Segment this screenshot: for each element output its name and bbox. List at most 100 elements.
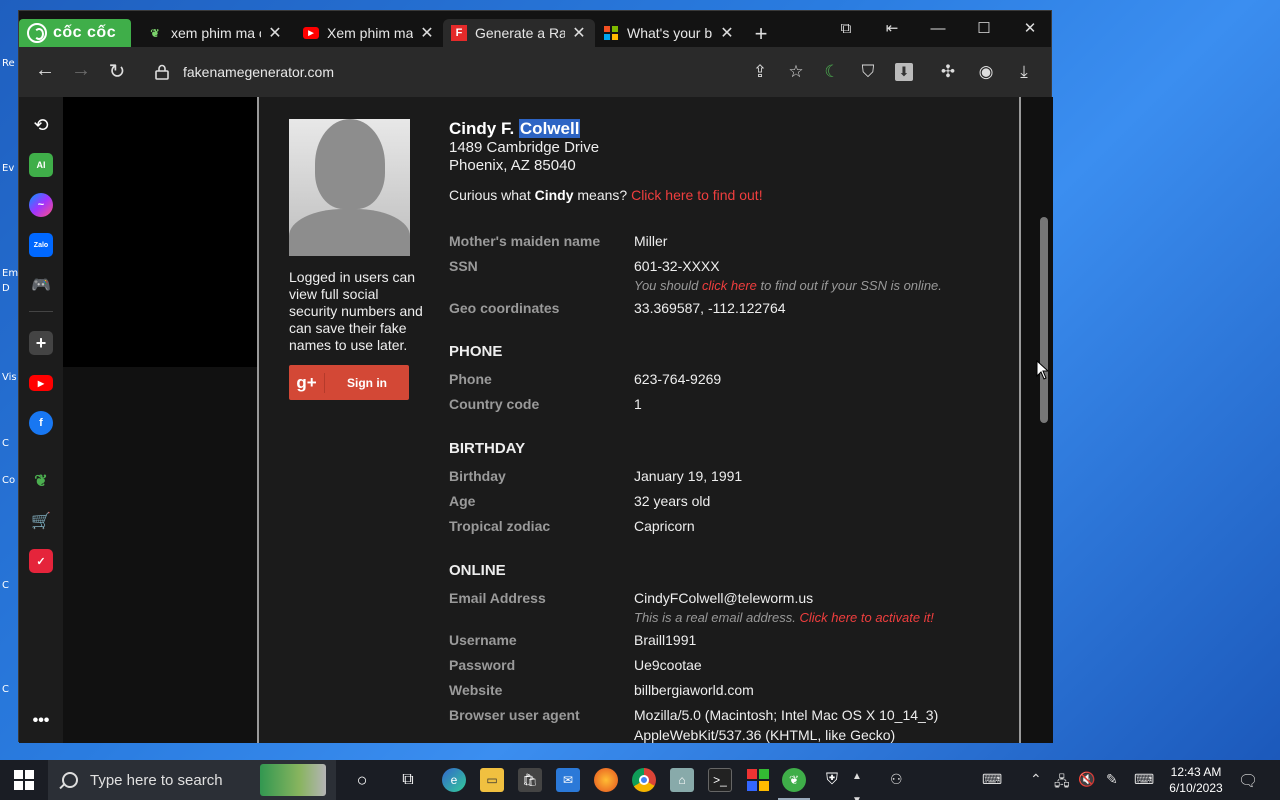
- close-window-button[interactable]: ✕: [1007, 15, 1053, 43]
- url-text: fakenamegenerator.com: [183, 64, 334, 80]
- field-label: Website: [449, 682, 503, 698]
- file-explorer-icon[interactable]: ▭: [480, 768, 504, 792]
- zalo-icon[interactable]: Zalo: [29, 233, 53, 257]
- chrome-icon[interactable]: [632, 768, 656, 792]
- field-value: 623-764-9269: [634, 371, 722, 387]
- coccoc-leaf-icon[interactable]: ❦: [29, 469, 53, 493]
- field-value: Capricorn: [634, 518, 695, 534]
- address-bar[interactable]: fakenamegenerator.com: [143, 55, 753, 89]
- clock-time: 12:43 AM: [1170, 765, 1222, 779]
- browser-window: cốc cốc ❦ xem phim ma c ✕ ▶ Xem phim ma …: [18, 10, 1053, 743]
- shield-icon[interactable]: ⛉: [855, 59, 881, 85]
- bookmark-star-icon[interactable]: ☆: [783, 59, 809, 85]
- shopping-cart-icon[interactable]: 🛒: [29, 509, 53, 533]
- facebook-icon[interactable]: f: [29, 411, 53, 435]
- close-tab-icon[interactable]: ✕: [419, 23, 435, 43]
- name-meaning-link[interactable]: Click here to find out!: [631, 187, 763, 203]
- firefox-icon[interactable]: [594, 768, 618, 792]
- close-tab-icon[interactable]: ✕: [719, 23, 735, 43]
- field-value: January 19, 1991: [634, 468, 743, 484]
- google-signin-button[interactable]: g+ Sign in: [289, 365, 409, 400]
- cortana-icon[interactable]: ○: [350, 768, 374, 792]
- field-value: Braill1991: [634, 632, 697, 648]
- scrollbar-thumb[interactable]: [1040, 217, 1048, 423]
- desktop-label: Re: [2, 58, 15, 69]
- search-highlight-image: [260, 764, 326, 796]
- field-value: billbergiaworld.com: [634, 682, 754, 698]
- desktop-label: C: [2, 580, 9, 591]
- coccoc-taskbar-icon[interactable]: ❦: [778, 768, 810, 800]
- desktop-label: Co: [2, 475, 16, 486]
- field-value: Mozilla/5.0 (Macintosh; Intel Mac OS X 1…: [634, 707, 939, 723]
- notifications-icon[interactable]: 🗨: [1238, 771, 1258, 791]
- fakename-f-icon: F: [451, 25, 467, 41]
- extensions-puzzle-icon[interactable]: ✣: [935, 59, 961, 85]
- touch-keyboard-icon[interactable]: ⌨: [1134, 771, 1154, 788]
- edge-icon[interactable]: e: [442, 768, 466, 792]
- browser-sidebar: ⟲ AI ~ Zalo 🎮 + ▶ f ❦ 🛒 ✓ •••: [19, 97, 63, 743]
- google-plus-icon: g+: [289, 372, 325, 393]
- terminal-icon[interactable]: >_: [708, 768, 732, 792]
- close-tab-icon[interactable]: ✕: [571, 23, 587, 43]
- add-sidebar-app-icon[interactable]: +: [29, 331, 53, 355]
- brand-label: cốc cốc: [53, 24, 117, 41]
- microsoft-icon: [603, 25, 619, 41]
- field-value: Miller: [634, 233, 668, 249]
- close-tab-icon[interactable]: ✕: [267, 23, 283, 43]
- people-icon[interactable]: ⚇: [890, 771, 903, 788]
- keyboard-layout-icon[interactable]: ⌨: [982, 771, 1002, 788]
- field-label: Password: [449, 657, 516, 673]
- tab-xem-phim-2[interactable]: ▶ Xem phim ma ✕: [295, 19, 443, 47]
- forward-button[interactable]: →: [67, 59, 95, 82]
- share-icon[interactable]: ⇪: [747, 59, 773, 85]
- login-note: Logged in users can view full social sec…: [289, 269, 423, 353]
- task-view-icon[interactable]: ⧉: [396, 768, 420, 792]
- dark-mode-moon-icon[interactable]: ☾: [819, 59, 845, 85]
- savior-download-icon[interactable]: ⬇: [891, 59, 917, 85]
- address-line-1: 1489 Cambridge Drive: [449, 139, 600, 156]
- back-button[interactable]: ←: [31, 59, 59, 82]
- back-arrow-tabs-icon[interactable]: ⇤: [869, 15, 915, 43]
- show-hidden-icons-chevron[interactable]: ⌃: [1030, 771, 1042, 788]
- tab-whats-your[interactable]: What's your bi ✕: [595, 19, 743, 47]
- mail-icon[interactable]: ✉: [556, 768, 580, 792]
- game-controller-icon[interactable]: 🎮: [29, 273, 53, 297]
- ssn-check-link[interactable]: click here: [702, 278, 757, 293]
- maximize-button[interactable]: ☐: [961, 15, 1007, 43]
- last-name-selected[interactable]: Colwell: [518, 119, 581, 138]
- security-shield-icon[interactable]: ⛨: [820, 768, 844, 792]
- new-tab-button[interactable]: +: [749, 21, 773, 47]
- history-icon[interactable]: ⟲: [29, 113, 53, 137]
- taskbar-search-box[interactable]: Type here to search: [48, 760, 336, 800]
- address-line-2: Phoenix, AZ 85040: [449, 157, 576, 174]
- volume-muted-icon[interactable]: 🔇: [1078, 771, 1095, 788]
- ai-assistant-icon[interactable]: AI: [29, 153, 53, 177]
- profile-icon[interactable]: ◉: [973, 59, 999, 85]
- section-online: ONLINE: [449, 562, 506, 579]
- windows-start-button[interactable]: [14, 770, 34, 790]
- activate-email-link[interactable]: Click here to activate it!: [799, 610, 933, 625]
- search-tabs-icon[interactable]: ⧉: [823, 15, 869, 43]
- network-icon[interactable]: 🖧: [1054, 771, 1070, 795]
- tab-xem-phim-1[interactable]: ❦ xem phim ma c ✕: [139, 19, 291, 47]
- identity-info: Cindy F. Colwell 1489 Cambridge Drive Ph…: [449, 119, 1009, 743]
- store-icon[interactable]: 🛍: [518, 768, 542, 792]
- section-phone: PHONE: [449, 343, 503, 360]
- pen-icon[interactable]: ✎: [1106, 771, 1118, 788]
- todo-check-icon[interactable]: ✓: [29, 549, 53, 573]
- minimize-button[interactable]: —: [915, 15, 961, 43]
- youtube-icon[interactable]: ▶: [29, 375, 53, 391]
- geo-coordinates-link[interactable]: 33.369587, -112.122764: [634, 300, 786, 316]
- network-app-icon[interactable]: ⌂: [670, 768, 694, 792]
- reload-button[interactable]: ↻: [103, 59, 131, 84]
- system-clock[interactable]: 12:43 AM 6/10/2023: [1168, 764, 1224, 796]
- multicolor-app-icon[interactable]: [746, 768, 770, 792]
- more-icon[interactable]: •••: [29, 709, 53, 733]
- downloads-icon[interactable]: ⤓: [1011, 59, 1037, 85]
- messenger-icon[interactable]: ~: [29, 193, 53, 217]
- tab-fakename-generator[interactable]: F Generate a Rar ✕: [443, 19, 595, 47]
- tab-title: xem phim ma c: [171, 25, 261, 41]
- taskbar-scroll-arrows[interactable]: ▲▼: [852, 771, 862, 800]
- toolbar: ← → ↻ fakenamegenerator.com ⇪ ☆ ☾ ⛉ ⬇ ✣ …: [19, 47, 1051, 97]
- coccoc-menu-button[interactable]: cốc cốc: [19, 19, 131, 47]
